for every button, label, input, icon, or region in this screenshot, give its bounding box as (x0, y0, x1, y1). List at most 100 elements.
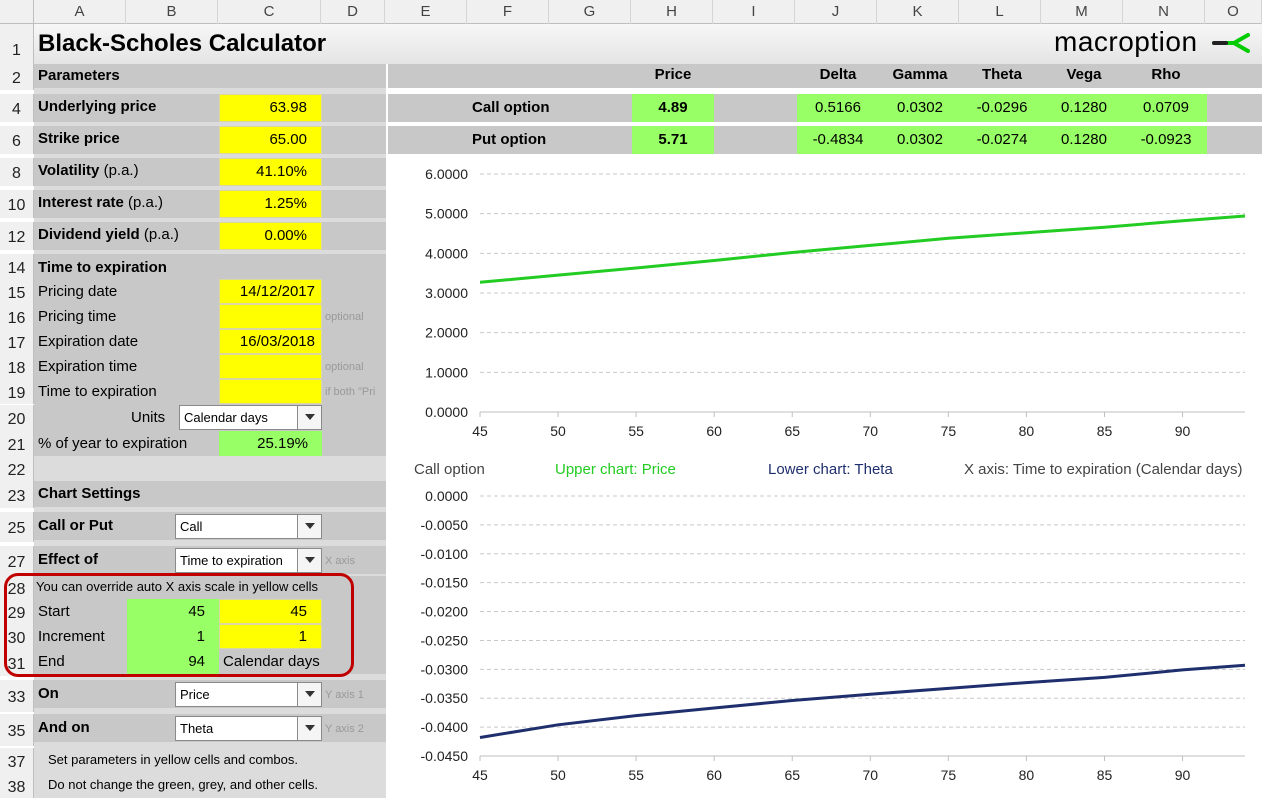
dividend-input[interactable]: 0.00% (219, 222, 322, 250)
expiration-date-label: Expiration date (38, 333, 139, 350)
brand-logo: macroption (1054, 26, 1198, 58)
dividend-suffix: (p.a.) (143, 226, 179, 243)
pricing-date-label: Pricing date (38, 283, 118, 300)
x-tick-label: 55 (628, 423, 644, 439)
chevron-down-icon[interactable] (297, 406, 321, 429)
column-header-a[interactable]: A (34, 0, 126, 24)
strike-input[interactable]: 65.00 (219, 126, 322, 154)
column-header-j[interactable]: J (795, 0, 877, 24)
call-theta: -0.0296 (961, 94, 1043, 122)
row-header-2[interactable]: 2 (0, 64, 34, 90)
column-header-n[interactable]: N (1123, 0, 1205, 24)
row-header-22[interactable]: 22 (0, 456, 34, 481)
row-header-21[interactable]: 21 (0, 431, 34, 456)
y-tick-label: 3.0000 (425, 285, 468, 301)
chevron-down-icon[interactable] (297, 717, 321, 740)
x-tick-label: 65 (784, 767, 800, 783)
x-tick-label: 90 (1175, 423, 1191, 439)
x-tick-label: 45 (472, 423, 488, 439)
callput-combo-value: Call (180, 519, 203, 534)
rate-suffix: (p.a.) (128, 194, 164, 211)
call-price: 4.89 (632, 94, 714, 122)
row-header-14[interactable]: 14 (0, 254, 34, 279)
expiration-time-input[interactable] (219, 354, 322, 379)
row-header-16[interactable]: 16 (0, 304, 34, 329)
units-combo[interactable]: Calendar days (179, 405, 322, 430)
row-header-17[interactable]: 17 (0, 329, 34, 354)
column-header-bar: ABCDEFGHIJKLMNO (0, 0, 1262, 24)
pricing-time-input[interactable] (219, 304, 322, 329)
column-header-e[interactable]: E (385, 0, 467, 24)
chevron-down-icon[interactable] (297, 515, 321, 538)
callput-label: Call or Put (38, 517, 114, 534)
volatility-suffix: (p.a.) (103, 162, 139, 179)
x-tick-label: 60 (706, 767, 722, 783)
time-to-expiration-input[interactable] (219, 379, 322, 404)
pct-year-value: 25.19% (219, 431, 322, 456)
macroption-logo-icon (1212, 33, 1250, 53)
row-header-33[interactable]: 33 (0, 680, 34, 712)
volatility-input[interactable]: 41.10% (219, 158, 322, 186)
pricing-time-label: Pricing time (38, 308, 117, 325)
chevron-down-icon[interactable] (297, 683, 321, 706)
column-header-i[interactable]: I (713, 0, 795, 24)
select-all-corner[interactable] (0, 0, 34, 24)
column-header-f[interactable]: F (467, 0, 549, 24)
row-header-25[interactable]: 25 (0, 512, 34, 542)
column-header-h[interactable]: H (631, 0, 713, 24)
put-gamma: 0.0302 (879, 126, 961, 154)
callput-combo[interactable]: Call (175, 514, 322, 539)
pricing-date-input[interactable]: 14/12/2017 (219, 279, 322, 304)
volatility-label: Volatility (38, 162, 100, 179)
row-header-12[interactable]: 12 (0, 222, 34, 250)
rate-input[interactable]: 1.25% (219, 190, 322, 218)
put-option-label: Put option (472, 131, 547, 148)
x-tick-label: 45 (472, 767, 488, 783)
x-tick-label: 70 (863, 423, 879, 439)
brand-name: macroption (1054, 26, 1198, 57)
column-header-c[interactable]: C (218, 0, 321, 24)
on-combo-value: Price (180, 687, 210, 702)
expiry-header: Time to expiration (38, 259, 167, 276)
y-tick-label: -0.0100 (421, 546, 469, 562)
row-header-8[interactable]: 8 (0, 158, 34, 186)
row-header-35[interactable]: 35 (0, 714, 34, 746)
row-header-18[interactable]: 18 (0, 354, 34, 379)
underlying-input[interactable]: 63.98 (219, 94, 322, 122)
expiration-time-note: optional (325, 361, 364, 373)
row-header-4[interactable]: 4 (0, 94, 34, 122)
row-header-37[interactable]: 37 (0, 748, 34, 773)
x-tick-label: 85 (1097, 767, 1113, 783)
chevron-down-icon[interactable] (297, 549, 321, 572)
x-tick-label: 90 (1175, 767, 1191, 783)
row-header-10[interactable]: 10 (0, 190, 34, 218)
column-header-g[interactable]: G (549, 0, 631, 24)
effect-combo[interactable]: Time to expiration (175, 548, 322, 573)
column-header-o[interactable]: O (1205, 0, 1262, 24)
column-header-l[interactable]: L (959, 0, 1041, 24)
column-header-m[interactable]: M (1041, 0, 1123, 24)
column-header-k[interactable]: K (877, 0, 959, 24)
on-combo[interactable]: Price (175, 682, 322, 707)
row-header-20[interactable]: 20 (0, 405, 34, 431)
row-header-23[interactable]: 23 (0, 481, 34, 508)
row-header-19[interactable]: 19 (0, 379, 34, 404)
row-header-27[interactable]: 27 (0, 546, 34, 576)
dividend-label-wrap: Dividend yield (p.a.) (38, 226, 179, 243)
header-rho: Rho (1151, 66, 1181, 83)
column-header-b[interactable]: B (126, 0, 218, 24)
row-header-1[interactable]: 1 (0, 24, 34, 64)
andon-combo[interactable]: Theta (175, 716, 322, 741)
x-tick-label: 55 (628, 767, 644, 783)
y-tick-label: 0.0000 (425, 488, 468, 504)
expiration-date-input[interactable]: 16/03/2018 (219, 329, 322, 354)
time-to-expiration-label: Time to expiration (38, 383, 157, 400)
on-label: On (38, 685, 59, 702)
x-tick-label: 70 (863, 767, 879, 783)
row-header-38[interactable]: 38 (0, 773, 34, 798)
y-tick-label: -0.0200 (421, 604, 469, 620)
row-header-6[interactable]: 6 (0, 126, 34, 154)
legend-lower: Lower chart: Theta (768, 461, 893, 478)
row-header-15[interactable]: 15 (0, 279, 34, 304)
column-header-d[interactable]: D (321, 0, 385, 24)
